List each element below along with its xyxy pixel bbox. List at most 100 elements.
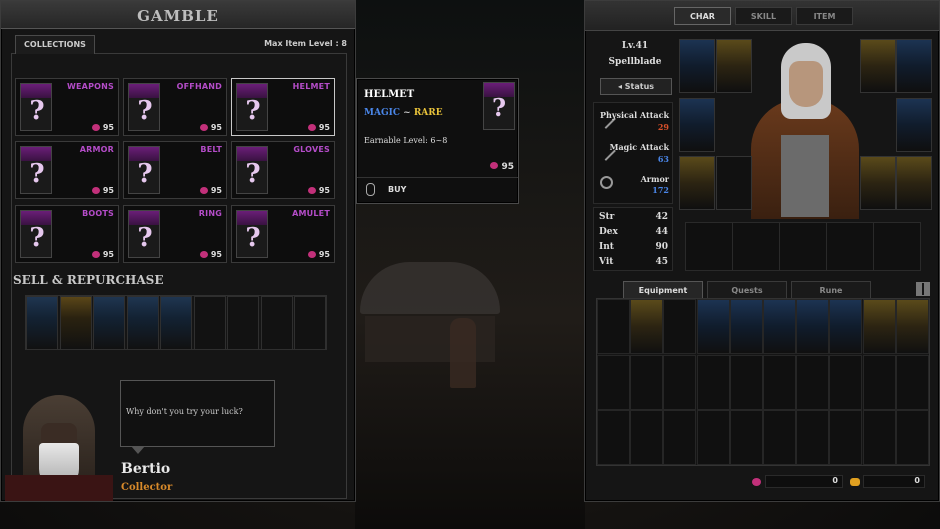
npc-name: Bertio	[121, 461, 171, 477]
inventory-slot[interactable]	[763, 410, 796, 465]
category-card-amulet[interactable]: ? AMULET 95	[231, 205, 335, 263]
sell-slot[interactable]	[26, 296, 58, 350]
category-card-boots[interactable]: ? BOOTS 95	[15, 205, 119, 263]
sell-row	[25, 295, 327, 350]
tooltip-level: Earnable Level: 6~8	[364, 136, 448, 145]
sell-slot[interactable]	[160, 296, 192, 350]
tab-char[interactable]: CHAR	[674, 7, 731, 25]
inventory-slot[interactable]	[796, 410, 830, 465]
inventory-slot[interactable]	[630, 354, 664, 410]
inventory-slot[interactable]	[630, 410, 664, 465]
question-mark-icon: ?	[29, 96, 45, 126]
category-name: RING	[198, 209, 222, 218]
inventory-slot[interactable]	[895, 410, 929, 465]
inventory-slot[interactable]	[729, 299, 763, 354]
extra-slot[interactable]	[733, 223, 780, 270]
inventory-slot[interactable]	[729, 354, 763, 410]
inventory-grid	[596, 298, 930, 466]
inventory-slot[interactable]	[829, 299, 863, 354]
grid-view-icon[interactable]	[916, 282, 930, 296]
sell-slot[interactable]	[59, 296, 92, 350]
inventory-slot[interactable]	[829, 410, 863, 465]
stat-label-vit: Vit	[599, 257, 614, 267]
inventory-slot[interactable]	[696, 299, 730, 354]
inventory-slot[interactable]	[763, 354, 796, 410]
tooltip-price-value: 95	[501, 162, 514, 172]
inventory-slot[interactable]	[862, 299, 896, 354]
armor-slot[interactable]	[679, 98, 715, 152]
gloves-slot[interactable]	[679, 156, 715, 210]
inventory-slot[interactable]	[729, 410, 763, 465]
inventory-slot[interactable]	[663, 299, 697, 354]
inventory-slot[interactable]	[663, 410, 697, 465]
ring-slot-right[interactable]	[896, 39, 932, 93]
inventory-slot[interactable]	[696, 354, 730, 410]
gold-currency: 0	[850, 475, 925, 488]
category-name: WEAPONS	[66, 82, 114, 91]
belt-slot[interactable]	[896, 98, 932, 152]
sell-slot[interactable]	[294, 296, 326, 350]
category-card-belt[interactable]: ? BELT 95	[123, 141, 227, 199]
inventory-slot[interactable]	[862, 354, 896, 410]
inventory-slot[interactable]	[597, 299, 630, 354]
tab-item[interactable]: ITEM	[796, 7, 853, 25]
ring-slot-left[interactable]	[860, 39, 896, 93]
category-name: GLOVES	[293, 145, 330, 154]
boots-slot[interactable]	[896, 156, 932, 210]
tab-skill[interactable]: SKILL	[735, 7, 792, 25]
armor-label: Armor	[640, 174, 669, 184]
status-button[interactable]: ◂ Status	[600, 78, 672, 95]
tab-equipment[interactable]: Equipment	[623, 281, 703, 299]
category-card-helmet[interactable]: ? HELMET 95	[231, 78, 335, 136]
tooltip-rarity: MAGIC ~ RARE	[364, 108, 443, 118]
offhand-slot[interactable]	[860, 156, 896, 210]
weapon-slot[interactable]	[716, 156, 752, 210]
gem-icon	[752, 478, 761, 486]
inventory-slot[interactable]	[696, 410, 730, 465]
buy-button[interactable]: BUY	[388, 185, 406, 194]
helmet-slot[interactable]	[679, 39, 715, 93]
magic-attack-value: 63	[657, 154, 669, 164]
extra-slot[interactable]	[686, 223, 733, 270]
sell-slot[interactable]	[227, 296, 259, 350]
inventory-slot[interactable]	[597, 354, 630, 410]
physical-attack-value: 29	[657, 122, 669, 132]
inventory-slot[interactable]	[630, 299, 664, 354]
extra-slot[interactable]	[780, 223, 827, 270]
gem-icon	[307, 187, 316, 194]
inventory-slot[interactable]	[796, 299, 830, 354]
tab-rune[interactable]: Rune	[791, 281, 871, 299]
category-card-armor[interactable]: ? ARMOR 95	[15, 141, 119, 199]
sell-slot[interactable]	[126, 296, 159, 350]
inventory-slot[interactable]	[895, 299, 929, 354]
category-card-gloves[interactable]: ? GLOVES 95	[231, 141, 335, 199]
amulet-slot[interactable]	[716, 39, 752, 93]
category-name: OFFHAND	[176, 82, 222, 91]
inventory-slot[interactable]	[763, 299, 796, 354]
inventory-slot[interactable]	[862, 410, 896, 465]
status-label: Status	[624, 82, 655, 91]
inventory-slot[interactable]	[895, 354, 929, 410]
inventory-slot[interactable]	[663, 354, 697, 410]
inventory-slot[interactable]	[829, 354, 863, 410]
gem-icon	[307, 251, 316, 258]
mystery-item-thumb: ?	[128, 210, 160, 258]
category-name: ARMOR	[79, 145, 114, 154]
category-card-offhand[interactable]: ? OFFHAND 95	[123, 78, 227, 136]
tab-quests[interactable]: Quests	[707, 281, 787, 299]
sell-slot[interactable]	[93, 296, 125, 350]
character-portrait	[751, 37, 859, 219]
category-name: BELT	[200, 145, 222, 154]
inventory-slot[interactable]	[796, 354, 830, 410]
category-card-ring[interactable]: ? RING 95	[123, 205, 227, 263]
category-price: 95	[91, 186, 114, 195]
extra-slot[interactable]	[827, 223, 874, 270]
sell-slot[interactable]	[260, 296, 293, 350]
extra-slot[interactable]	[874, 223, 921, 270]
inventory-slot[interactable]	[597, 410, 630, 465]
mystery-item-thumb: ?	[236, 146, 268, 194]
tooltip-price: 95	[490, 162, 514, 172]
category-card-weapons[interactable]: ? WEAPONS 95	[15, 78, 119, 136]
sell-slot[interactable]	[193, 296, 226, 350]
tab-collections[interactable]: COLLECTIONS	[15, 35, 95, 54]
